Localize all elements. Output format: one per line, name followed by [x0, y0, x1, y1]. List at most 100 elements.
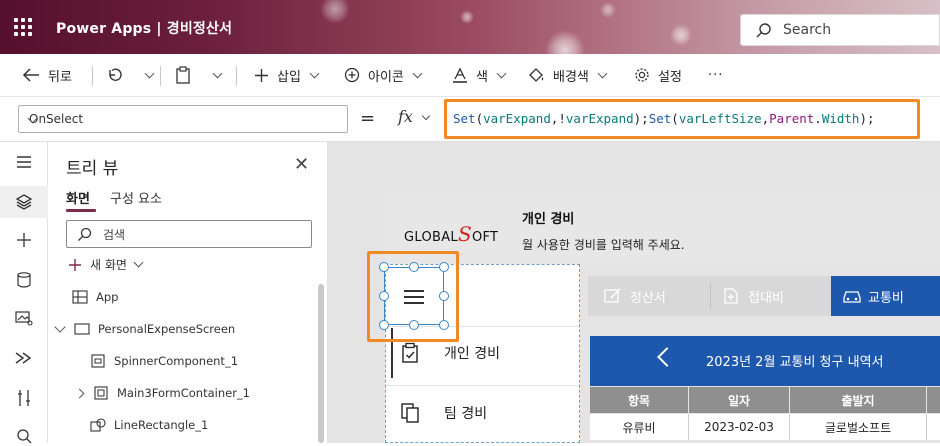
command-bar: 뒤로 삽입 아이콘 색 배경색 설정 ···	[0, 54, 940, 96]
equals-sign: =	[360, 108, 376, 129]
chevron-down-icon	[144, 68, 155, 78]
tree-search-placeholder: 검색	[103, 228, 126, 242]
background-label: 배경색	[553, 69, 589, 85]
menu-item-team-expense[interactable]: 팀 경비	[400, 402, 487, 424]
formula-token: Set	[453, 111, 476, 126]
tree-search-input[interactable]: 검색	[66, 220, 312, 248]
tree-node-rectangle[interactable]: LineRectangle_1	[90, 418, 208, 432]
search-rail-icon[interactable]	[14, 426, 34, 446]
menu-item-label: 개인 경비	[444, 346, 500, 362]
table-cell	[927, 414, 940, 440]
formula-token: Set	[648, 111, 672, 126]
tree-node-screen[interactable]: PersonalExpenseScreen	[54, 321, 235, 336]
formula-input[interactable]: Set(varExpand,!varExpand);Set(varLeftSiz…	[444, 99, 920, 139]
property-select[interactable]: OnSelect	[18, 105, 348, 133]
formula-token: .	[814, 111, 822, 126]
insert-label: 삽입	[277, 69, 301, 85]
arrow-left-icon	[22, 68, 39, 82]
background-sparkle	[460, 10, 474, 24]
formula-token: Parent	[769, 111, 815, 126]
table-header-cell: 출발지	[790, 387, 926, 413]
gear-icon	[635, 68, 649, 82]
clipboard-icon	[176, 66, 190, 84]
settings-button[interactable]: 설정	[634, 64, 682, 86]
new-screen-button[interactable]: 새 화면	[68, 256, 144, 273]
formula-token: (	[671, 111, 679, 126]
title-bar: Power Apps | 경비정산서 Search	[0, 0, 940, 54]
menu-item-personal-expense[interactable]: 개인 경비	[400, 342, 500, 364]
back-label: 뒤로	[48, 69, 72, 85]
tab-label: 정산서	[630, 290, 666, 306]
fx-icon: fx	[398, 107, 413, 126]
paste-dropdown[interactable]	[204, 64, 223, 86]
screen-node-icon	[74, 322, 90, 336]
tab-screens[interactable]: 화면	[66, 188, 90, 207]
left-rail	[0, 142, 48, 446]
paste-button[interactable]	[175, 64, 191, 86]
chevron-down-icon	[412, 68, 423, 78]
tab-components[interactable]: 구성 요소	[110, 188, 162, 207]
table-header-cell	[927, 387, 940, 413]
undo-dropdown[interactable]	[136, 64, 155, 86]
formula-token: (	[475, 111, 484, 126]
back-button[interactable]: 뒤로	[22, 64, 72, 86]
shape-node-icon	[90, 418, 106, 432]
function-button[interactable]: fx	[398, 107, 438, 131]
tools-icon[interactable]	[14, 388, 34, 408]
list-title: 2023년 2월 교통비 청구 내역서	[706, 355, 884, 370]
tree-node-label: Main3FormContainer_1	[117, 386, 251, 400]
chevron-down-icon	[496, 68, 507, 78]
table-cell: 유류비	[590, 414, 689, 440]
tree-scrollbar[interactable]	[318, 284, 324, 443]
tab-label: 교통비	[868, 290, 904, 306]
settings-label: 설정	[658, 69, 682, 85]
menu-item-label: 팀 경비	[444, 406, 488, 422]
color-menu[interactable]: 색	[452, 64, 507, 86]
menu-divider	[386, 385, 579, 386]
undo-button[interactable]	[106, 64, 122, 86]
insert-menu[interactable]: 삽입	[254, 64, 320, 86]
table-header-cell: 일자	[689, 387, 789, 413]
component-node-icon	[90, 354, 106, 368]
add-document-icon	[722, 288, 740, 304]
formula-token: varExpand	[483, 111, 551, 126]
chevron-down-icon	[309, 68, 320, 78]
tab-transportation[interactable]: 교통비	[842, 276, 904, 316]
table-cell: 글로벌소프트	[790, 414, 927, 440]
background-sparkle	[320, 0, 350, 24]
formula-token: Width	[821, 111, 860, 126]
tab-settlement[interactable]: 정산서	[604, 276, 666, 316]
insert-plus-icon[interactable]	[14, 230, 34, 250]
chevron-down-icon	[597, 68, 608, 78]
tree-node-spinner[interactable]: SpinnerComponent_1	[90, 354, 238, 368]
icon-label: 아이콘	[368, 69, 404, 85]
undo-icon	[109, 68, 122, 81]
power-automate-icon[interactable]	[14, 348, 34, 368]
app-launcher-icon[interactable]	[14, 18, 34, 36]
highlight-callout	[367, 251, 459, 342]
copy-icon	[400, 402, 420, 424]
property-value: OnSelect	[29, 112, 84, 126]
tree-node-app[interactable]: App	[72, 290, 118, 304]
edit-icon	[604, 288, 622, 304]
background-menu[interactable]: 배경색	[528, 64, 608, 86]
more-button[interactable]: ···	[708, 64, 723, 86]
tree-node-form-container[interactable]: Main3FormContainer_1	[74, 386, 251, 400]
divider	[92, 66, 93, 86]
chevron-down-icon	[421, 111, 431, 121]
global-search-input[interactable]: Search	[740, 14, 940, 46]
layers-icon[interactable]	[14, 192, 34, 212]
search-placeholder: Search	[783, 22, 832, 38]
menu-icon[interactable]	[14, 152, 34, 172]
tab-active-underline	[66, 209, 96, 212]
plus-icon	[69, 258, 81, 271]
database-icon[interactable]	[14, 270, 34, 290]
media-icon[interactable]	[14, 308, 34, 328]
background-sparkle	[600, 2, 616, 18]
close-icon[interactable]: ✕	[294, 154, 309, 175]
tab-entertainment[interactable]: 접대비	[722, 276, 784, 316]
formula-token: ,!	[550, 111, 566, 126]
tree-view-panel: 트리 뷰 ✕ 화면 구성 요소 검색 새 화면 App PersonalExpe…	[48, 142, 328, 443]
paint-bucket-icon	[529, 68, 544, 82]
icon-menu[interactable]: 아이콘	[344, 64, 423, 86]
